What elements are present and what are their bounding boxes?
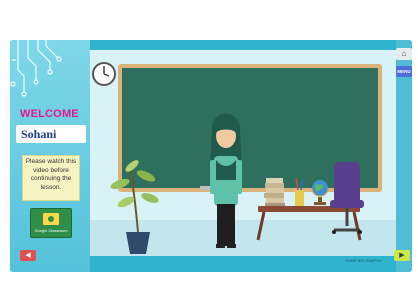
left-panel: WELCOME Sohani Please watch this video b… <box>10 40 90 272</box>
prev-button[interactable]: ◀ <box>20 250 36 261</box>
arrow-right-icon: ▶ <box>399 252 405 259</box>
student-name-box: Sohani <box>16 125 86 143</box>
student-name: Sohani <box>21 127 57 141</box>
circuit-decoration <box>10 40 62 97</box>
home-button[interactable]: ⌂ <box>396 48 412 60</box>
books-icon <box>264 178 285 206</box>
classroom-scene <box>90 50 396 256</box>
arrow-left-icon: ◀ <box>25 252 31 259</box>
lesson-player: WELCOME Sohani Please watch this video b… <box>10 40 412 272</box>
menu-button[interactable]: MENU <box>396 66 412 77</box>
next-button[interactable]: ▶ <box>394 250 410 261</box>
credit-text: GAMIFIED SAMPLE <box>345 258 382 263</box>
home-icon: ⌂ <box>401 49 407 58</box>
welcome-heading: WELCOME <box>20 108 79 120</box>
google-classroom-label: Google Classroom <box>34 228 68 233</box>
google-classroom-button[interactable]: Google Classroom <box>30 208 72 238</box>
google-classroom-icon <box>43 213 59 225</box>
watch-video-notice: Please watch this video before continuin… <box>22 155 80 201</box>
clock-icon <box>92 62 116 86</box>
